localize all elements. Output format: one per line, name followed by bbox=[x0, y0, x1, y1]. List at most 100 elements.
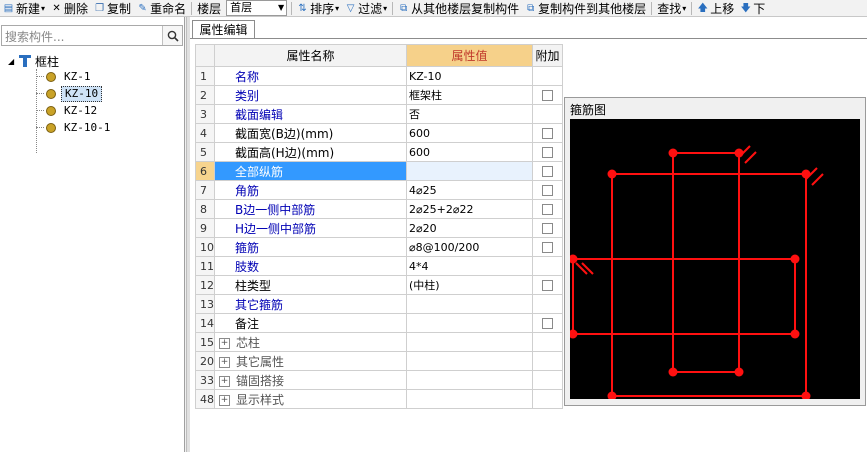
tab-property-edit[interactable]: 属性编辑 bbox=[192, 20, 255, 39]
table-row[interactable]: 1 名称 KZ-10 bbox=[195, 66, 563, 86]
expand-plus-icon[interactable]: + bbox=[219, 375, 230, 387]
rebar-component-icon bbox=[46, 122, 56, 133]
floor-label: 楼层 bbox=[197, 1, 222, 16]
property-value-cell[interactable]: 600 bbox=[406, 123, 533, 143]
row-number: 7 bbox=[195, 180, 215, 200]
tree-item-kz-10[interactable]: KZ-10 bbox=[46, 85, 103, 102]
find-button[interactable]: 查找 ▾ bbox=[654, 0, 689, 16]
rebar-dot bbox=[568, 329, 578, 339]
property-name-cell: 肢数 bbox=[214, 256, 407, 276]
expand-plus-icon[interactable]: + bbox=[219, 337, 230, 349]
extra-checkbox[interactable] bbox=[542, 147, 553, 158]
property-value-cell[interactable]: (中柱) bbox=[406, 275, 533, 295]
property-value-cell[interactable] bbox=[406, 351, 533, 371]
property-value-cell[interactable] bbox=[406, 370, 533, 390]
property-value-cell[interactable]: 框架柱 bbox=[406, 85, 533, 105]
extra-cell bbox=[532, 237, 563, 257]
extra-checkbox[interactable] bbox=[542, 185, 553, 196]
extra-checkbox[interactable] bbox=[542, 204, 553, 215]
tree-item-kz-10-1[interactable]: KZ-10-1 bbox=[46, 120, 113, 135]
search-input[interactable]: 搜索构件... bbox=[5, 28, 64, 45]
extra-checkbox[interactable] bbox=[542, 166, 553, 177]
table-row[interactable]: 14 备注 bbox=[195, 313, 563, 333]
copy-icon: ❐ bbox=[95, 2, 105, 14]
row-number: 6 bbox=[195, 161, 215, 181]
stirrup-drawing bbox=[568, 145, 824, 401]
copy-to-floor-button[interactable]: ⧉ 复制构件到其他楼层 bbox=[522, 0, 649, 16]
row-number: 48 bbox=[195, 389, 215, 409]
stirrup-diagram-panel: 箍筋图 bbox=[564, 97, 866, 406]
table-row[interactable]: 12 柱类型 (中柱) bbox=[195, 275, 563, 295]
move-up-button[interactable]: 🡅 上移 bbox=[694, 0, 737, 16]
extra-checkbox[interactable] bbox=[542, 90, 553, 101]
property-name-cell: 全部纵筋 bbox=[214, 161, 407, 181]
tree-root-frame-column[interactable]: ◢ 框柱 bbox=[8, 53, 59, 69]
table-row[interactable]: 33 + 锚固搭接 bbox=[195, 370, 563, 390]
property-value-cell[interactable] bbox=[406, 161, 533, 181]
floor-select[interactable]: 首层 ▼ bbox=[226, 0, 288, 16]
move-down-button[interactable]: 🡇 下 bbox=[737, 0, 768, 16]
search-box[interactable]: 搜索构件... bbox=[1, 25, 183, 46]
property-value-cell[interactable] bbox=[406, 294, 533, 314]
row-number: 1 bbox=[195, 66, 215, 86]
extra-cell bbox=[532, 142, 563, 162]
component-tree-panel: 搜索构件... ◢ 框柱 KZ-1 KZ-10 KZ-12 KZ-10-1 bbox=[0, 17, 185, 452]
table-row[interactable]: 2 类别 框架柱 bbox=[195, 85, 563, 105]
expand-plus-icon[interactable]: + bbox=[219, 356, 230, 368]
inner-stirrup-vertical bbox=[672, 152, 740, 373]
filter-icon: ▽ bbox=[346, 2, 355, 14]
rebar-dot bbox=[790, 254, 800, 264]
property-value-cell[interactable] bbox=[406, 389, 533, 409]
property-value-cell[interactable] bbox=[406, 332, 533, 352]
property-value-cell[interactable]: 2⌀25+2⌀22 bbox=[406, 199, 533, 219]
extra-cell bbox=[532, 351, 563, 371]
rename-button[interactable]: ✎ 重命名 bbox=[134, 0, 189, 16]
row-number: 10 bbox=[195, 237, 215, 257]
row-number: 9 bbox=[195, 218, 215, 238]
property-value-cell[interactable]: 4*4 bbox=[406, 256, 533, 276]
property-value-cell[interactable]: 2⌀20 bbox=[406, 218, 533, 238]
table-row[interactable]: 8 B边一侧中部筋 2⌀25+2⌀22 bbox=[195, 199, 563, 219]
search-button[interactable] bbox=[162, 26, 182, 45]
table-row[interactable]: 20 + 其它属性 bbox=[195, 351, 563, 371]
property-name-cell: + 显示样式 bbox=[214, 389, 407, 409]
extra-checkbox[interactable] bbox=[542, 318, 553, 329]
property-value-cell[interactable] bbox=[406, 313, 533, 333]
extra-cell bbox=[532, 313, 563, 333]
extra-checkbox[interactable] bbox=[542, 242, 553, 253]
delete-button[interactable]: ✕ 删除 bbox=[48, 0, 91, 16]
tree-item-kz-1[interactable]: KZ-1 bbox=[46, 69, 94, 84]
copy-from-floor-button[interactable]: ⧉ 从其他楼层复制构件 bbox=[395, 0, 522, 16]
property-value-cell[interactable]: ⌀8@100/200 bbox=[406, 237, 533, 257]
filter-button[interactable]: ▽ 过滤 ▾ bbox=[342, 0, 390, 16]
table-row[interactable]: 11 肢数 4*4 bbox=[195, 256, 563, 276]
property-value-cell[interactable]: KZ-10 bbox=[406, 66, 533, 86]
table-row[interactable]: 10 箍筋 ⌀8@100/200 bbox=[195, 237, 563, 257]
property-value-cell[interactable]: 否 bbox=[406, 104, 533, 124]
tree-item-kz-12[interactable]: KZ-12 bbox=[46, 103, 100, 118]
table-row[interactable]: 7 角筋 4⌀25 bbox=[195, 180, 563, 200]
table-row[interactable]: 3 截面编辑否 bbox=[195, 104, 563, 124]
rebar-dot bbox=[607, 391, 617, 401]
new-icon: ▤ bbox=[3, 2, 14, 14]
table-row[interactable]: 48 + 显示样式 bbox=[195, 389, 563, 409]
table-row[interactable]: 5 截面高(H边)(mm) 600 bbox=[195, 142, 563, 162]
table-row[interactable]: 6 全部纵筋 bbox=[195, 161, 563, 181]
new-button[interactable]: ▤ 新建 ▾ bbox=[0, 0, 48, 16]
property-value-cell[interactable]: 4⌀25 bbox=[406, 180, 533, 200]
table-row[interactable]: 15 + 芯柱 bbox=[195, 332, 563, 352]
row-number: 14 bbox=[195, 313, 215, 333]
extra-checkbox[interactable] bbox=[542, 128, 553, 139]
table-row[interactable]: 13 其它箍筋 bbox=[195, 294, 563, 314]
expand-plus-icon[interactable]: + bbox=[219, 394, 230, 406]
expand-toggle-icon[interactable]: ◢ bbox=[8, 57, 18, 66]
extra-checkbox[interactable] bbox=[542, 280, 553, 291]
rebar-component-icon bbox=[46, 71, 56, 82]
table-row[interactable]: 4 截面宽(B边)(mm) 600 bbox=[195, 123, 563, 143]
copy-button[interactable]: ❐ 复制 bbox=[91, 0, 134, 16]
property-value-cell[interactable]: 600 bbox=[406, 142, 533, 162]
stirrup-hook bbox=[581, 262, 594, 275]
extra-checkbox[interactable] bbox=[542, 223, 553, 234]
table-row[interactable]: 9 H边一侧中部筋 2⌀20 bbox=[195, 218, 563, 238]
sort-button[interactable]: ⇅ 排序 ▾ bbox=[294, 0, 342, 16]
